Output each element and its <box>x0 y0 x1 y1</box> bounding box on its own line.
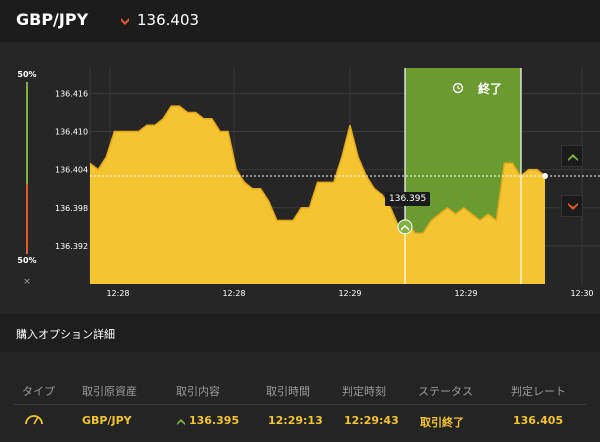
row-asset: GBP/JPY <box>82 414 132 427</box>
row-content: 136.395 <box>189 414 240 427</box>
col-status: ステータス <box>418 385 473 398</box>
col-judge-time: 判定時刻 <box>342 385 386 398</box>
col-type: タイプ <box>22 385 55 398</box>
header-bar: GBP/JPY 136.403 <box>0 0 600 42</box>
x-tick-label: 12:29 <box>338 289 361 298</box>
col-content: 取引内容 <box>176 385 220 398</box>
gauge-icon <box>25 415 43 425</box>
down-arrow-icon <box>568 203 578 210</box>
price-chart: 136.416 136.410 136.404 136.398 136.392 12:2… <box>55 68 600 298</box>
y-tick-label: 136.410 <box>55 128 88 137</box>
entry-marker <box>397 219 413 235</box>
entry-price-tag: 136.395 <box>385 192 431 206</box>
col-judge-rate: 判定レート <box>511 385 566 398</box>
y-tick-label: 136.392 <box>55 242 88 251</box>
currency-pair-title: GBP/JPY <box>16 10 89 29</box>
col-trade-time: 取引時間 <box>266 385 310 398</box>
x-tick-label: 12:29 <box>454 289 477 298</box>
current-rate-dot <box>542 173 548 179</box>
x-tick-label: 12:30 <box>570 289 593 298</box>
details-title: 購入オプション詳細 <box>16 328 115 341</box>
x-tick-label: 12:28 <box>106 289 129 298</box>
buy-down-button[interactable] <box>561 195 583 217</box>
down-arrow-icon <box>121 18 129 25</box>
y-tick-label: 136.416 <box>55 89 88 98</box>
clock-icon <box>452 82 464 94</box>
row-divider <box>14 404 586 405</box>
current-rate: 136.403 <box>137 11 200 29</box>
x-tick-label: 12:28 <box>222 289 245 298</box>
up-arrow-icon <box>568 154 578 161</box>
expiry-label: 終了 <box>478 82 503 96</box>
col-asset: 取引原資産 <box>82 385 137 398</box>
row-trade-time: 12:29:13 <box>268 414 323 427</box>
row-judge-rate: 136.405 <box>513 414 564 427</box>
y-tick-label: 136.404 <box>55 166 88 175</box>
row-status: 取引終了 <box>420 416 464 429</box>
up-arrow-icon <box>177 419 185 425</box>
buy-up-button[interactable] <box>561 145 583 167</box>
y-tick-label: 136.398 <box>55 204 88 213</box>
row-judge-time: 12:29:43 <box>344 414 399 427</box>
